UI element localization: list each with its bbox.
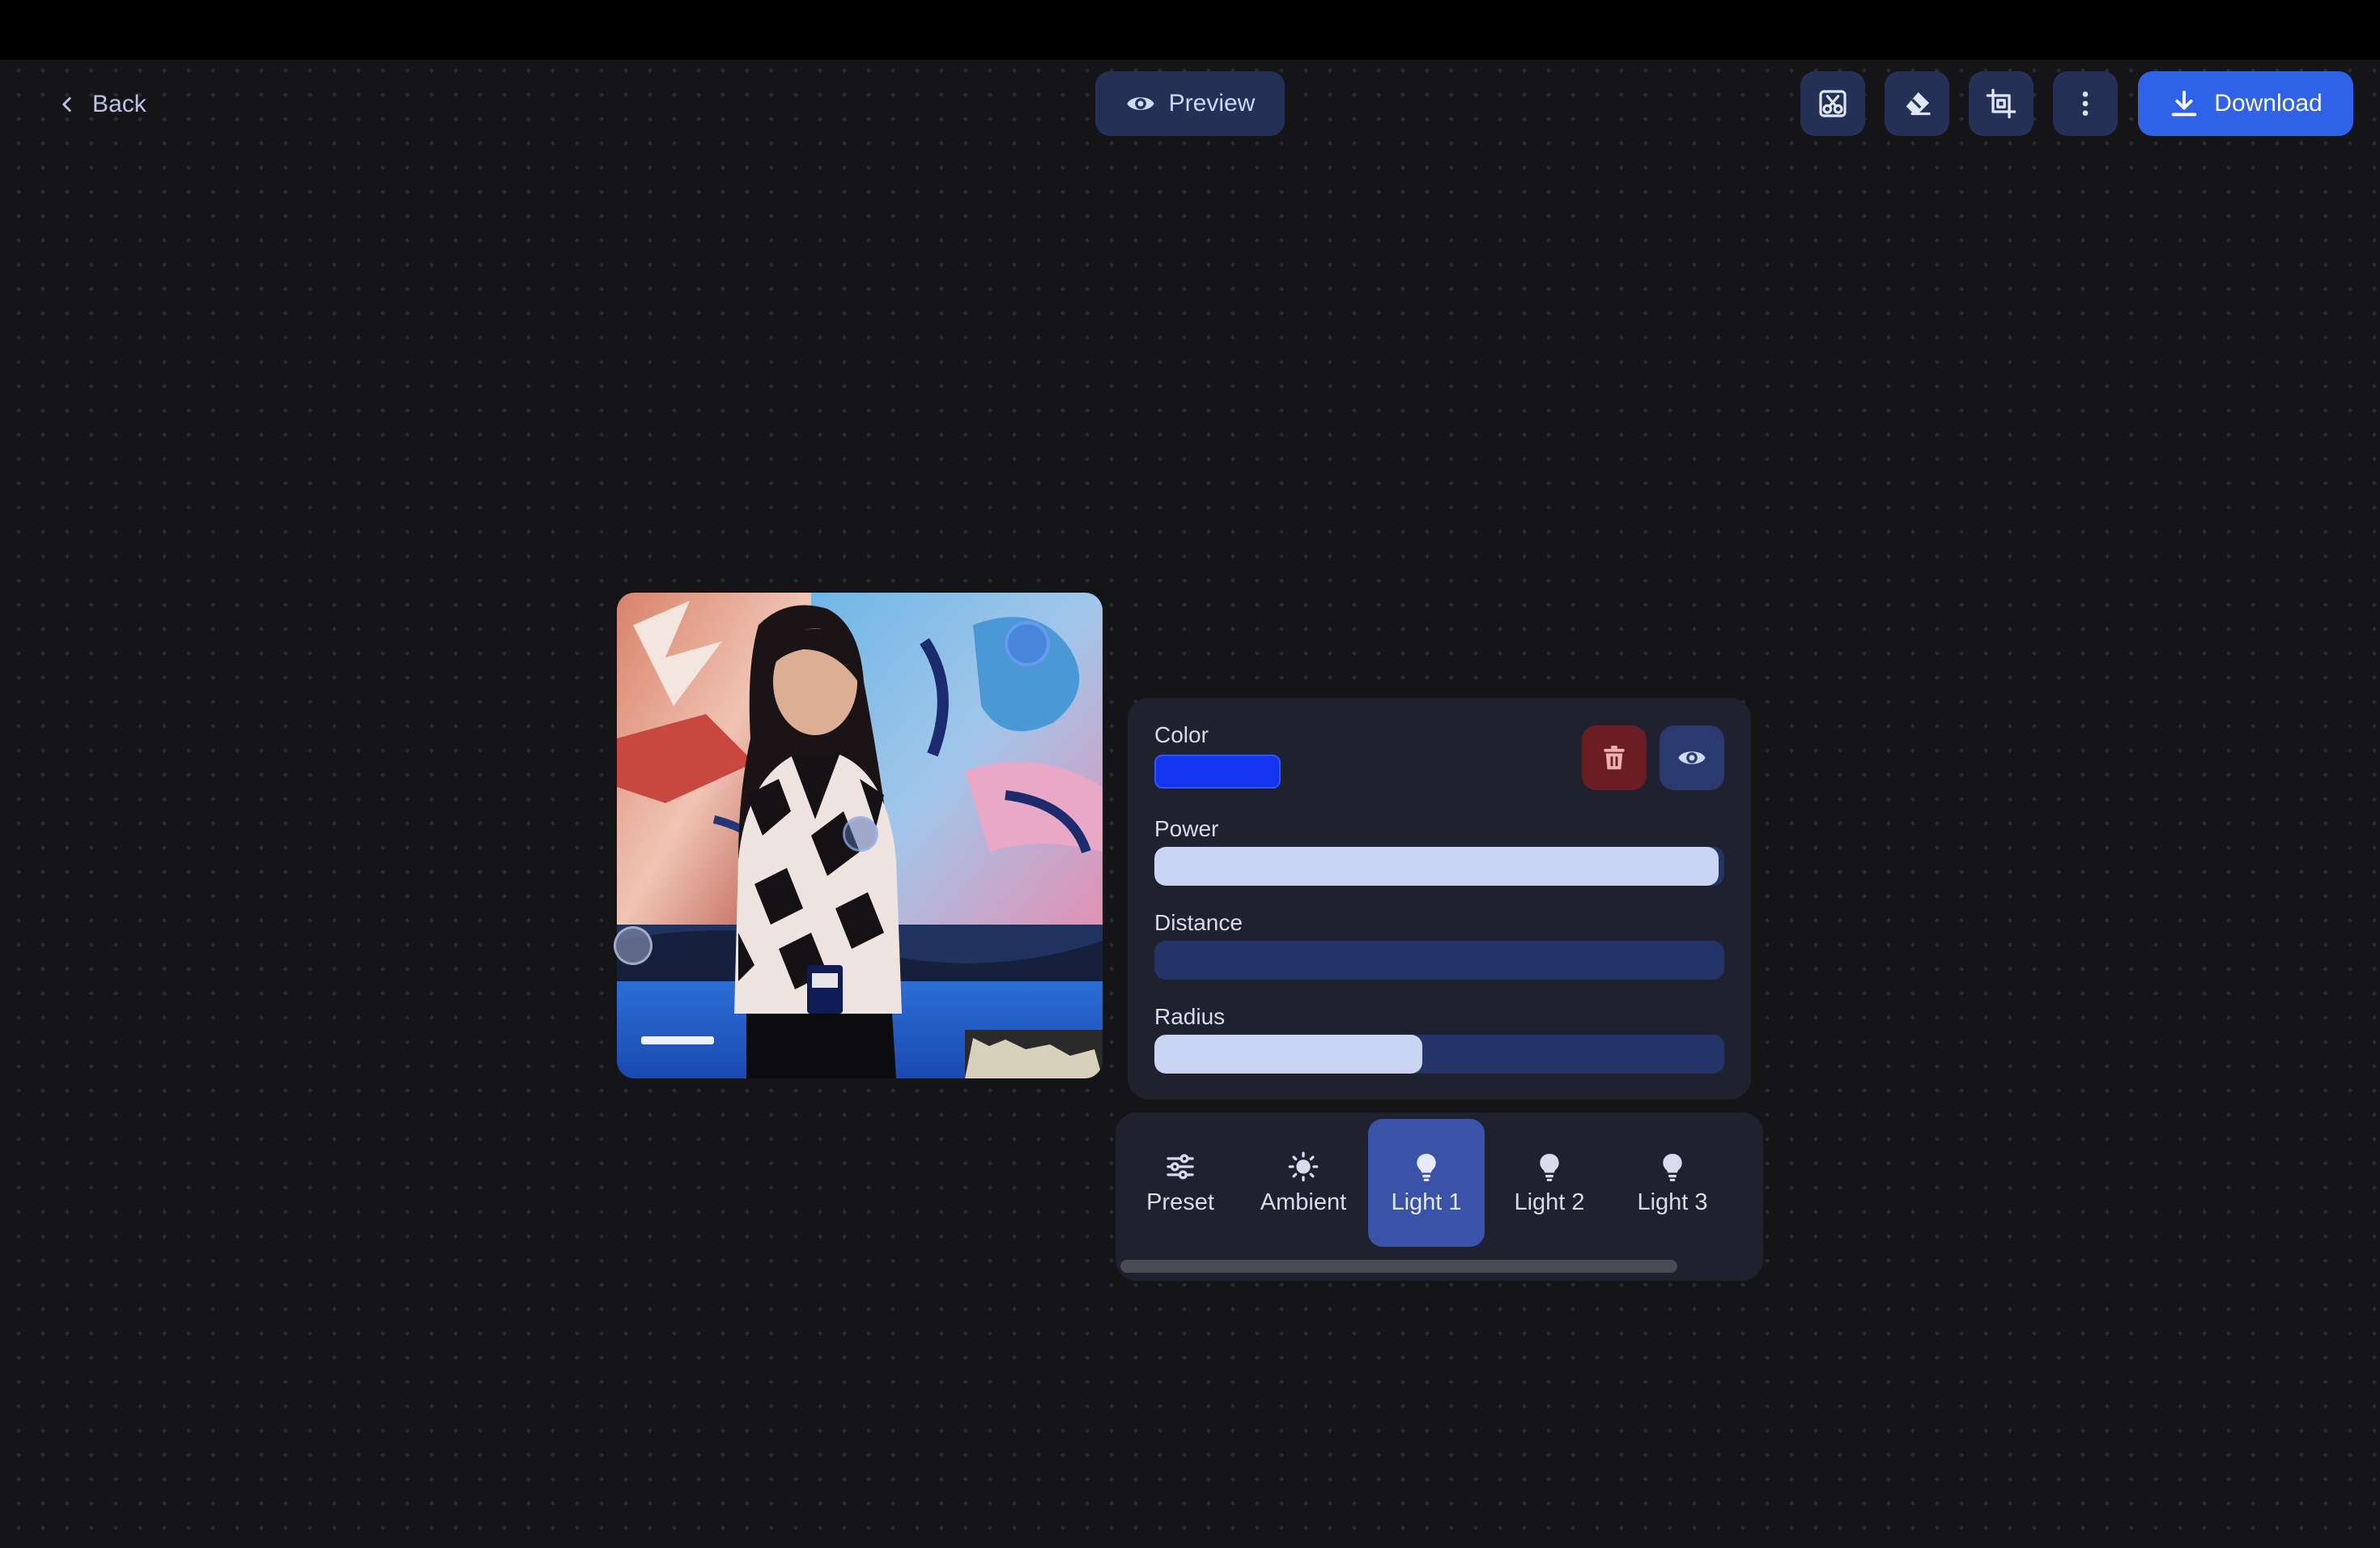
- eye-icon: [1678, 751, 1706, 764]
- sun-icon: [1288, 1151, 1319, 1181]
- more-options-button[interactable]: [2053, 71, 2118, 136]
- light-handle-1[interactable]: [1005, 621, 1050, 666]
- power-label: Power: [1154, 816, 1219, 841]
- crop-button[interactable]: [1969, 71, 2034, 136]
- trash-icon: [1604, 745, 1625, 770]
- tab-light-2[interactable]: Light 2: [1491, 1119, 1608, 1247]
- eraser-button[interactable]: [1885, 71, 1949, 136]
- power-slider[interactable]: [1154, 847, 1724, 886]
- tab-label: Preset: [1146, 1189, 1214, 1215]
- light-tabs-bar: Preset Ambient Light 1 Light 2 Light 3: [1116, 1112, 1763, 1281]
- light-handle-2[interactable]: [843, 816, 878, 852]
- radius-label: Radius: [1154, 1004, 1226, 1029]
- delete-light-button[interactable]: [1582, 725, 1647, 790]
- tabs-scrollbar[interactable]: [1120, 1260, 1677, 1273]
- eye-icon: [1127, 97, 1154, 110]
- editor-header: Back Preview Download: [0, 60, 2380, 149]
- tab-label: Light 2: [1514, 1189, 1585, 1215]
- radius-slider-fill: [1154, 1035, 1422, 1074]
- power-slider-fill: [1154, 847, 1719, 886]
- color-swatch[interactable]: [1154, 755, 1281, 789]
- tab-preset[interactable]: Preset: [1122, 1119, 1239, 1247]
- light-handle-3[interactable]: [614, 926, 652, 965]
- download-button[interactable]: Download: [2138, 71, 2353, 136]
- chevron-left-icon: [62, 97, 71, 112]
- background-remove-button[interactable]: [1800, 71, 1865, 136]
- back-label: Back: [92, 91, 147, 117]
- bulb-icon: [1663, 1153, 1682, 1181]
- crop-icon: [1986, 88, 2017, 119]
- bulb-icon: [1540, 1153, 1559, 1181]
- tab-label: Light 3: [1637, 1189, 1708, 1215]
- back-button[interactable]: Back: [57, 84, 147, 125]
- color-label: Color: [1154, 722, 1209, 747]
- preview-button[interactable]: Preview: [1095, 71, 1285, 136]
- tab-light-3[interactable]: Light 3: [1614, 1119, 1731, 1247]
- more-vertical-icon: [2082, 91, 2089, 116]
- preview-label: Preview: [1168, 90, 1256, 117]
- distance-slider[interactable]: [1154, 941, 1724, 980]
- sliders-icon: [1167, 1154, 1194, 1179]
- download-label: Download: [2214, 90, 2323, 117]
- background-remove-icon: [1819, 90, 1847, 117]
- radius-slider[interactable]: [1154, 1035, 1724, 1074]
- light-settings-panel: Color Power Distance Radius: [1128, 698, 1751, 1099]
- system-top-bar: [0, 0, 2380, 60]
- tab-label: Light 1: [1391, 1189, 1462, 1215]
- distance-label: Distance: [1154, 910, 1243, 935]
- tab-light-1[interactable]: Light 1: [1368, 1119, 1485, 1247]
- download-icon: [2171, 90, 2197, 117]
- toggle-light-visibility-button[interactable]: [1660, 725, 1724, 790]
- eraser-icon: [1906, 91, 1931, 116]
- bulb-icon: [1417, 1153, 1436, 1181]
- tab-ambient[interactable]: Ambient: [1245, 1119, 1362, 1247]
- tab-label: Ambient: [1260, 1189, 1347, 1215]
